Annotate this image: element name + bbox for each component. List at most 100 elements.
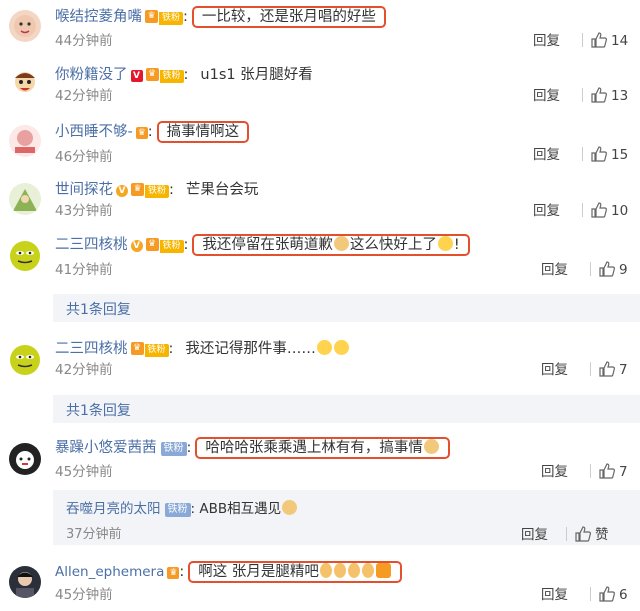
like-count: 14 bbox=[611, 33, 629, 49]
timestamp: 44分钟前 bbox=[55, 33, 113, 49]
fire-emoji-icon bbox=[375, 563, 391, 578]
thumbs-up-icon[interactable] bbox=[599, 261, 615, 277]
reply-button[interactable]: 回复 bbox=[521, 527, 548, 543]
dog-emoji-icon bbox=[282, 500, 298, 515]
username[interactable]: 二三四核桃 bbox=[55, 237, 128, 253]
reply-button[interactable]: 回复 bbox=[541, 464, 568, 480]
comment-8: Allen_ephemera ♛: 啊这 张月是腿精吧 45分钟前 回复 6 bbox=[0, 561, 640, 611]
comment-1: 喉结控菱角嘴 ♛ 铁粉: 一比较，还是张月唱的好些 44分钟前 回复 14 bbox=[0, 6, 640, 56]
comment-6: 二三四核桃 ♛ 铁粉: 我还记得那件事…… 42分钟前 回复 7 bbox=[0, 338, 640, 388]
sub-replies-link[interactable]: 共1条回复 bbox=[53, 294, 640, 322]
timestamp: 37分钟前 bbox=[66, 527, 122, 542]
laugh-cry-emoji-icon bbox=[437, 236, 453, 251]
comment-2: 你粉籍没了 V ♛ 铁粉: u1s1 张月腿好看 42分钟前 回复 13 bbox=[0, 64, 640, 114]
comment-text: u1s1 张月腿好看 bbox=[200, 67, 313, 83]
fan-badge: ♛ 铁粉 bbox=[145, 238, 184, 253]
username[interactable]: 小西睡不够- bbox=[55, 124, 133, 140]
reply-button[interactable]: 回复 bbox=[533, 147, 560, 163]
dog-emoji-icon bbox=[423, 439, 439, 454]
crown-icon: ♛ bbox=[167, 567, 180, 579]
sub-replies-link[interactable]: 共1条回复 bbox=[53, 395, 640, 423]
iron-fan-badge: 铁粉 bbox=[164, 503, 191, 517]
timestamp: 43分钟前 bbox=[55, 203, 113, 219]
comment-text: 搞事情啊这 bbox=[156, 121, 250, 143]
fan-badge: ♛ 铁粉 bbox=[131, 183, 170, 198]
nested-reply: 吞噬月亮的太阳 铁粉: ABB相互遇见 37分钟前 回复赞 bbox=[53, 490, 640, 545]
thumbs-up-icon[interactable] bbox=[575, 526, 591, 542]
timestamp: 41分钟前 bbox=[55, 262, 113, 278]
thumbs-up-icon[interactable] bbox=[591, 87, 607, 103]
thumbs-up-icon[interactable] bbox=[591, 146, 607, 162]
timestamp: 42分钟前 bbox=[55, 88, 113, 104]
verified-icon: V bbox=[116, 185, 128, 197]
fan-badge: ♛ 铁粉 bbox=[145, 68, 184, 83]
like-count: 7 bbox=[619, 464, 628, 480]
verified-icon: V bbox=[130, 240, 143, 252]
username[interactable]: 你粉籍没了 bbox=[55, 67, 128, 83]
comment-text: 啊这 张月是腿精吧 bbox=[188, 561, 402, 583]
reply-button[interactable]: 回复 bbox=[533, 88, 560, 104]
username[interactable]: 喉结控菱角嘴 bbox=[55, 9, 142, 25]
crown-icon: ♛ bbox=[131, 183, 144, 196]
fan-badge: ♛ 铁粉 bbox=[145, 10, 184, 25]
avatar[interactable] bbox=[9, 183, 41, 215]
timestamp: 45分钟前 bbox=[55, 464, 113, 480]
comment-7: 暴躁小悠爱茜茜 铁粉: 哈哈哈张乘乘遇上林有有，搞事情 45分钟前 回复 7 bbox=[0, 437, 640, 487]
crown-icon: ♛ bbox=[145, 68, 159, 81]
username[interactable]: Allen_ephemera bbox=[55, 564, 164, 580]
comment-text: 一比较，还是张月唱的好些 bbox=[191, 6, 386, 28]
comment-text: 我还记得那件事…… bbox=[185, 341, 316, 357]
crown-icon: ♛ bbox=[145, 10, 158, 23]
timestamp: 45分钟前 bbox=[55, 587, 113, 603]
comment-3: 小西睡不够- ♛: 搞事情啊这 46分钟前 回复 15 bbox=[0, 121, 640, 171]
laugh-emoji-icon bbox=[316, 340, 332, 355]
timestamp: 46分钟前 bbox=[55, 149, 113, 165]
reply-button[interactable]: 回复 bbox=[541, 362, 568, 378]
fan-badge: ♛ 铁粉 bbox=[130, 342, 169, 357]
thumbs-emoji-icon bbox=[361, 563, 374, 578]
avatar[interactable] bbox=[9, 566, 41, 598]
thumbs-up-icon[interactable] bbox=[599, 361, 615, 377]
username[interactable]: 暴躁小悠爱茜茜 bbox=[55, 440, 157, 456]
thumbs-up-icon[interactable] bbox=[599, 463, 615, 479]
reply-button[interactable]: 回复 bbox=[533, 33, 560, 49]
thumbs-up-icon[interactable] bbox=[591, 202, 607, 218]
avatar[interactable] bbox=[9, 240, 41, 272]
comment-text: 哈哈哈张乘乘遇上林有有，搞事情 bbox=[195, 437, 450, 459]
comment-text: 我还停留在张萌道歉 这么快好上了! bbox=[192, 234, 470, 256]
username[interactable]: 世间探花 bbox=[55, 182, 113, 198]
thumbs-up-icon[interactable] bbox=[599, 586, 615, 602]
crown-icon: ♛ bbox=[145, 238, 159, 251]
like-count: 6 bbox=[619, 587, 628, 603]
like-count: 7 bbox=[619, 362, 628, 378]
username[interactable]: 吞噬月亮的太阳 bbox=[66, 501, 161, 517]
username[interactable]: 二三四核桃 bbox=[55, 341, 128, 357]
avatar[interactable] bbox=[9, 10, 41, 42]
avatar[interactable] bbox=[9, 125, 41, 157]
reply-button[interactable]: 回复 bbox=[541, 587, 568, 603]
avatar[interactable] bbox=[9, 68, 41, 100]
avatar[interactable] bbox=[9, 443, 41, 475]
timestamp: 42分钟前 bbox=[55, 362, 113, 378]
avatar[interactable] bbox=[9, 344, 41, 376]
verified-icon: V bbox=[130, 70, 143, 82]
iron-fan-badge: 铁粉 bbox=[160, 442, 187, 456]
like-count: 13 bbox=[611, 88, 629, 104]
laugh-emoji-icon bbox=[333, 340, 349, 355]
reply-text: ABB相互遇见 bbox=[199, 501, 282, 517]
comment-text: 芒果台会玩 bbox=[185, 182, 259, 198]
thumbs-emoji-icon bbox=[347, 563, 360, 578]
like-count: 15 bbox=[611, 147, 629, 163]
reply-button[interactable]: 回复 bbox=[541, 262, 568, 278]
comment-4: 世间探花 V ♛ 铁粉: 芒果台会玩 43分钟前 回复 10 bbox=[0, 179, 640, 229]
thumbs-up-icon[interactable] bbox=[591, 32, 607, 48]
reply-button[interactable]: 回复 bbox=[533, 203, 560, 219]
like-label[interactable]: 赞 bbox=[595, 527, 609, 543]
crown-icon: ♛ bbox=[135, 127, 148, 139]
thumbs-emoji-icon bbox=[319, 563, 332, 578]
thumbs-emoji-icon bbox=[333, 563, 346, 578]
comment-5: 二三四核桃 V ♛ 铁粉: 我还停留在张萌道歉 这么快好上了! 41分钟前 回复 9 bbox=[0, 234, 640, 284]
dog-emoji-icon bbox=[333, 236, 349, 251]
crown-icon: ♛ bbox=[130, 342, 144, 355]
like-count: 9 bbox=[619, 262, 628, 278]
